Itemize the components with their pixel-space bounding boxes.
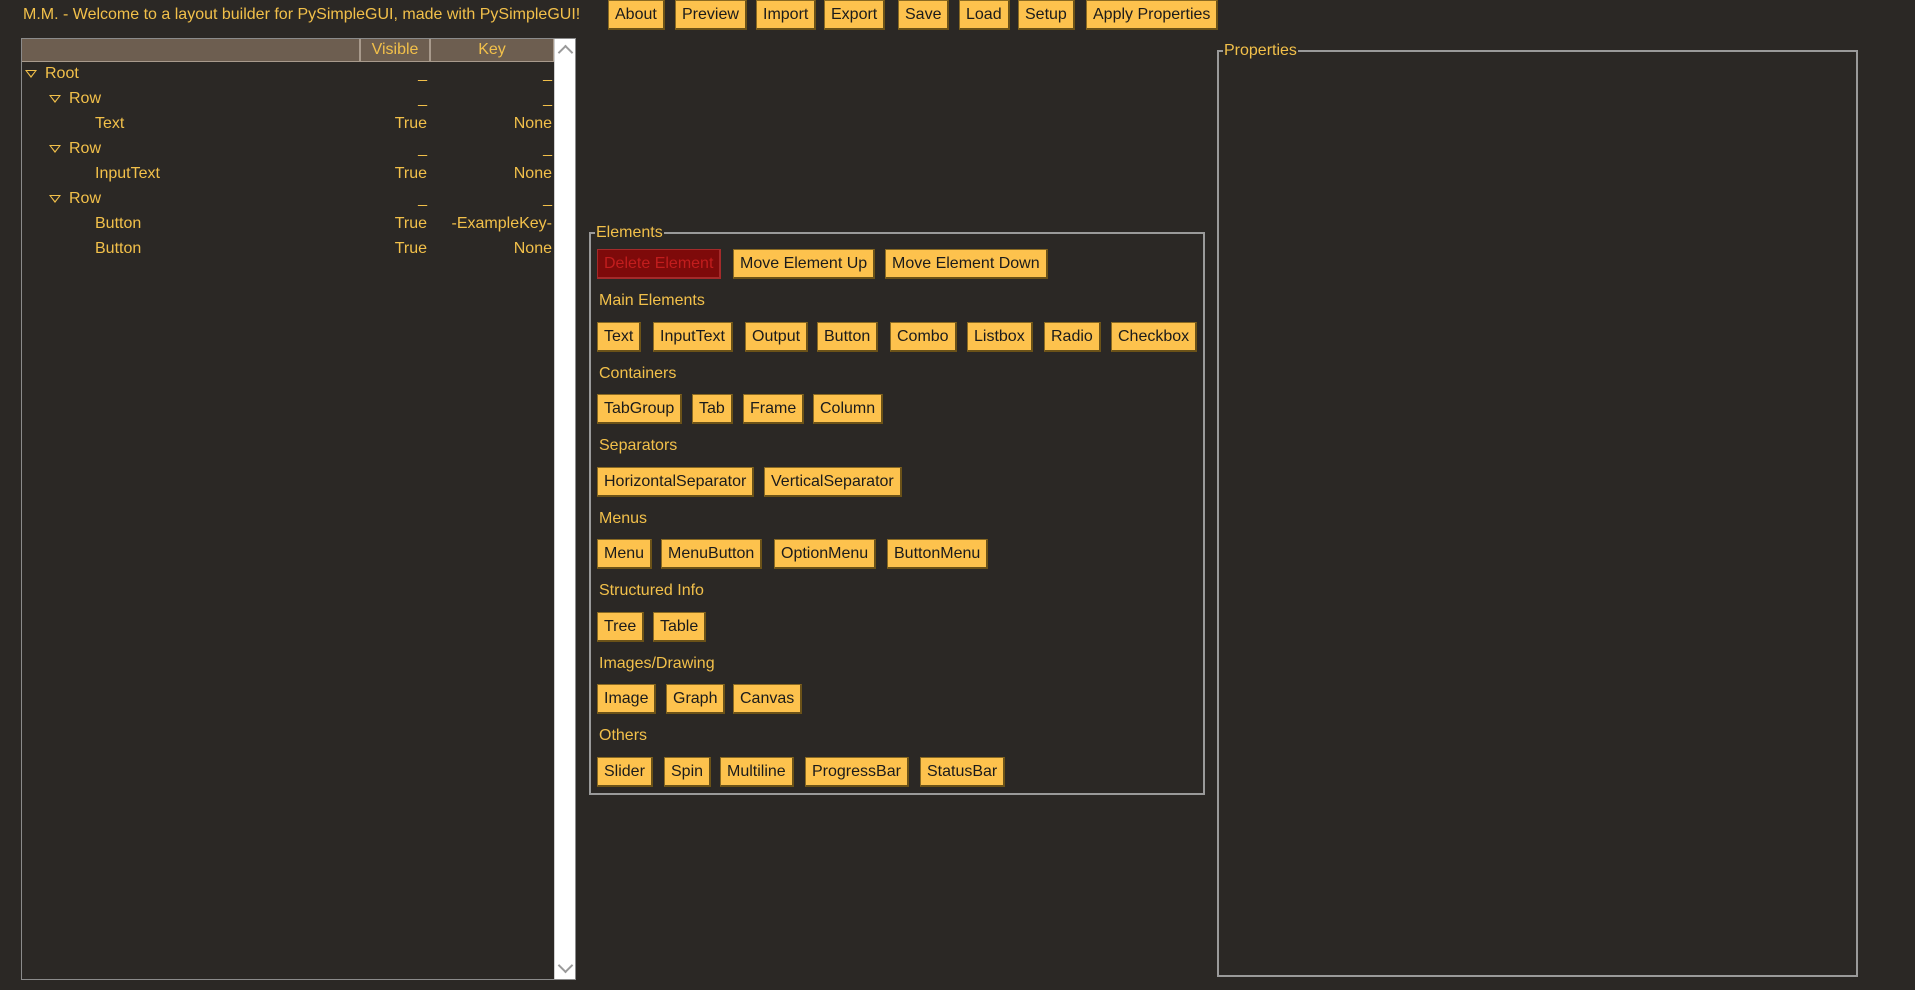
tree-row-key: None — [513, 165, 552, 182]
checkbox-element-button[interactable]: Checkbox — [1111, 322, 1198, 352]
progressbar-element-button[interactable]: ProgressBar — [805, 757, 909, 787]
radio-element-button[interactable]: Radio — [1044, 322, 1101, 352]
frame-element-button[interactable]: Frame — [743, 394, 805, 424]
export-button[interactable]: Export — [824, 0, 886, 30]
tree-header-key[interactable]: Key — [431, 39, 555, 61]
expand-triangle-icon[interactable] — [49, 145, 61, 153]
menubutton-element-button[interactable]: MenuButton — [661, 539, 763, 569]
tree-row-key: _ — [543, 190, 552, 207]
preview-button[interactable]: Preview — [675, 0, 747, 30]
horizontalseparator-element-button[interactable]: HorizontalSeparator — [597, 467, 755, 497]
tree-row-key: None — [513, 115, 552, 132]
listbox-element-button[interactable]: Listbox — [967, 322, 1033, 352]
tree-row-button[interactable]: Button True -ExampleKey- — [22, 213, 555, 238]
tree-header: Visible Key — [22, 39, 555, 62]
spin-element-button[interactable]: Spin — [664, 757, 712, 787]
tree-row-key: _ — [543, 90, 552, 107]
tree-rows: Root _ _ Row _ _ Text True None Row _ _ … — [22, 63, 555, 263]
verticalseparator-element-button[interactable]: VerticalSeparator — [764, 467, 902, 497]
section-label-images-drawing: Images/Drawing — [599, 655, 715, 672]
multiline-element-button[interactable]: Multiline — [720, 757, 794, 787]
tree-row-label: InputText — [95, 165, 160, 182]
tree-header-visible[interactable]: Visible — [361, 39, 431, 61]
section-label-separators: Separators — [599, 437, 678, 454]
tree-row-inputtext[interactable]: InputText True None — [22, 163, 555, 188]
import-button[interactable]: Import — [756, 0, 817, 30]
tree-row-key: _ — [543, 140, 552, 157]
image-element-button[interactable]: Image — [597, 684, 657, 714]
inputtext-element-button[interactable]: InputText — [653, 322, 733, 352]
expand-triangle-icon[interactable] — [49, 195, 61, 203]
layout-tree[interactable]: Visible Key Root _ _ Row _ _ Text True N… — [21, 38, 576, 980]
expand-triangle-icon[interactable] — [49, 95, 61, 103]
tab-element-button[interactable]: Tab — [692, 394, 733, 424]
tree-row-key: None — [513, 240, 552, 257]
delete-element-button[interactable]: Delete Element — [597, 249, 722, 279]
statusbar-element-button[interactable]: StatusBar — [920, 757, 1006, 787]
tree-row-visible: True — [394, 215, 427, 232]
section-label-containers: Containers — [599, 365, 677, 382]
tree-row-button[interactable]: Button True None — [22, 238, 555, 263]
move-element-up-button[interactable]: Move Element Up — [733, 249, 876, 279]
tree-row-row[interactable]: Row _ _ — [22, 188, 555, 213]
tree-header-name[interactable] — [22, 39, 361, 61]
tree-row-visible: _ — [418, 140, 427, 157]
tree-row-visible: True — [394, 240, 427, 257]
tree-row-label: Row — [69, 190, 102, 207]
canvas-element-button[interactable]: Canvas — [733, 684, 803, 714]
scroll-up-icon[interactable] — [557, 44, 574, 61]
tree-row-root[interactable]: Root _ _ — [22, 63, 555, 88]
setup-button[interactable]: Setup — [1018, 0, 1075, 30]
section-label-others: Others — [599, 727, 648, 744]
tree-row-visible: _ — [418, 65, 427, 82]
output-element-button[interactable]: Output — [745, 322, 809, 352]
save-button[interactable]: Save — [898, 0, 950, 30]
tree-row-row[interactable]: Row _ _ — [22, 88, 555, 113]
table-element-button[interactable]: Table — [653, 612, 707, 642]
tree-row-visible: _ — [418, 190, 427, 207]
tree-row-visible: _ — [418, 90, 427, 107]
elements-frame-title: Elements — [595, 223, 664, 243]
section-label-menus: Menus — [599, 510, 648, 527]
combo-element-button[interactable]: Combo — [890, 322, 957, 352]
buttonmenu-element-button[interactable]: ButtonMenu — [887, 539, 989, 569]
optionmenu-element-button[interactable]: OptionMenu — [774, 539, 877, 569]
tree-row-label: Row — [69, 90, 102, 107]
tree-row-text[interactable]: Text True None — [22, 113, 555, 138]
properties-frame-title: Properties — [1223, 41, 1298, 61]
tree-row-visible: True — [394, 165, 427, 182]
tree-row-label: Button — [95, 240, 142, 257]
tree-scrollbar[interactable] — [554, 39, 575, 979]
tree-row-label: Row — [69, 140, 102, 157]
tabgroup-element-button[interactable]: TabGroup — [597, 394, 683, 424]
tree-element-button[interactable]: Tree — [597, 612, 645, 642]
button-element-button[interactable]: Button — [817, 322, 879, 352]
section-label-structured-info: Structured Info — [599, 582, 704, 599]
section-label-main-elements: Main Elements — [599, 292, 705, 309]
apply-properties-button[interactable]: Apply Properties — [1086, 0, 1219, 30]
tree-row-visible: True — [394, 115, 427, 132]
tree-row-label: Root — [45, 65, 79, 82]
expand-triangle-icon[interactable] — [25, 70, 37, 78]
load-button[interactable]: Load — [959, 0, 1010, 30]
welcome-text: M.M. - Welcome to a layout builder for P… — [23, 6, 581, 23]
about-button[interactable]: About — [608, 0, 665, 30]
tree-row-label: Button — [95, 215, 142, 232]
slider-element-button[interactable]: Slider — [597, 757, 653, 787]
tree-row-key: -ExampleKey- — [451, 215, 552, 232]
tree-row-row[interactable]: Row _ _ — [22, 138, 555, 163]
tree-row-key: _ — [543, 65, 552, 82]
column-element-button[interactable]: Column — [813, 394, 884, 424]
text-element-button[interactable]: Text — [597, 322, 642, 352]
graph-element-button[interactable]: Graph — [666, 684, 726, 714]
move-element-down-button[interactable]: Move Element Down — [885, 249, 1048, 279]
scroll-down-icon[interactable] — [557, 957, 574, 974]
properties-frame: Properties — [1217, 41, 1858, 977]
tree-row-label: Text — [95, 115, 125, 132]
menu-element-button[interactable]: Menu — [597, 539, 653, 569]
